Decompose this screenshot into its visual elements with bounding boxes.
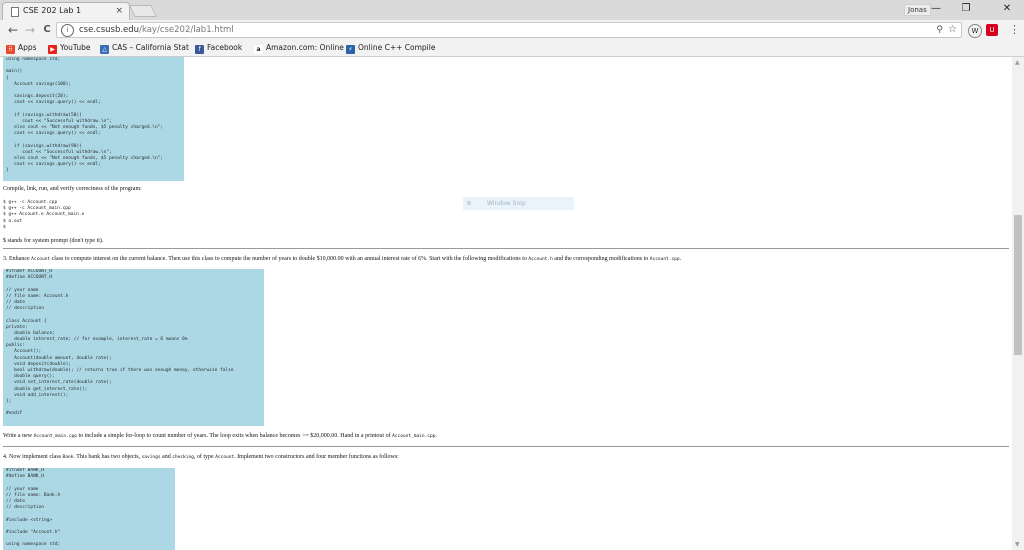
text: to include a simple for-loop to count nu…: [76, 433, 393, 439]
text: and the corresponding modifications to: [552, 256, 650, 262]
text: class to compute interest on the current…: [50, 256, 529, 262]
code-block-account-h: #ifndef ACCOUNT_H #define ACCOUNT_H// you…: [3, 269, 264, 426]
code-line: $ g++ Account.o Account_main.o: [3, 212, 85, 218]
bookmark-label: Facebook: [207, 43, 243, 52]
address-bar[interactable]: i cse.csusb.edu/kay/cse202/lab1.html ⚲ ☆: [56, 22, 962, 38]
text: 4. Now implement class: [3, 454, 63, 460]
bookmarks-bar: ⠿ Apps ▶ YouTube △ CAS – California Stat fF…: [0, 41, 1024, 57]
code-line: #endif: [6, 411, 23, 417]
text: , of type: [193, 454, 216, 460]
object-name: checking: [172, 455, 194, 460]
window-snip-overlay: Window Snip: [463, 197, 574, 210]
facebook-icon: f: [195, 45, 204, 54]
close-tab-icon[interactable]: ×: [115, 3, 123, 19]
url-path: /kay/cse202/lab1.html: [139, 25, 234, 35]
bookmark-cas[interactable]: △ CAS – California Stat: [100, 41, 189, 55]
text: . This bank has two objects,: [73, 454, 142, 460]
bookmark-label: Apps: [18, 43, 37, 52]
write-note: Write a new Account_main.cpp to include …: [3, 432, 437, 441]
file-name: Account.cpp: [649, 257, 680, 262]
url-prefix: cse.: [79, 25, 97, 35]
url-domain: csusb.edu: [96, 25, 140, 35]
text: 3. Enhance: [3, 256, 32, 262]
zoom-icon[interactable]: ⚲: [936, 23, 943, 37]
extension-ublock-icon[interactable]: U: [986, 24, 998, 36]
bookmark-online-cpp[interactable]: ⚡ Online C++ Compile: [346, 41, 435, 55]
compile-instruction: Compile, link, run, and verify correctne…: [3, 186, 142, 192]
bookmark-apps[interactable]: ⠿ Apps: [6, 41, 37, 55]
page-icon: [11, 7, 19, 17]
apps-grid-icon: ⠿: [6, 45, 15, 54]
bookmark-label: YouTube: [60, 43, 91, 52]
youtube-icon: ▶: [48, 45, 57, 54]
site-info-icon[interactable]: i: [61, 24, 74, 37]
text: .: [679, 256, 682, 262]
browser-toolbar: ← → C i cse.csusb.edu/kay/cse202/lab1.ht…: [0, 20, 1024, 41]
bookmark-label: Amazon.com: Online: [266, 43, 344, 52]
forward-button[interactable]: →: [23, 22, 37, 38]
scroll-down-icon[interactable]: ▼: [1015, 541, 1020, 548]
tab-title: CSE 202 Lab 1: [23, 6, 82, 15]
tab-strip: CSE 202 Lab 1 × Jonas — ❐ ✕: [0, 0, 1024, 20]
scrollbar-thumb[interactable]: [1014, 215, 1022, 355]
minimize-button[interactable]: —: [922, 1, 950, 17]
window-snip-label: Window Snip: [487, 200, 526, 207]
class-name: Account: [31, 257, 51, 262]
text: .: [435, 433, 437, 439]
tab-cse202-lab1[interactable]: CSE 202 Lab 1 ×: [2, 2, 130, 20]
object-name: savings: [141, 455, 161, 460]
new-tab-button[interactable]: [129, 5, 157, 17]
file-name: Account_main.cpp: [33, 434, 77, 439]
divider: [3, 248, 1009, 249]
close-window-button[interactable]: ✕: [993, 1, 1021, 17]
bookmark-label: CAS – California Stat: [112, 43, 189, 52]
code-line: $: [3, 224, 6, 230]
prompt-note: $ stands for system prompt (don't type i…: [3, 238, 104, 244]
url-text[interactable]: cse.csusb.edu/kay/cse202/lab1.html: [79, 23, 234, 37]
step-3-text: 3. Enhance Account class to compute inte…: [3, 255, 681, 264]
type-name: Account: [215, 455, 235, 460]
reload-button[interactable]: C: [40, 22, 54, 38]
bookmark-star-icon[interactable]: ☆: [948, 23, 957, 37]
code-block-account-main: using namespace std; main(){ Account savi…: [3, 57, 184, 181]
back-button[interactable]: ←: [6, 22, 20, 38]
code-line: using namespace std;: [6, 542, 61, 548]
snip-icon: [467, 201, 471, 205]
divider: [3, 446, 1009, 447]
text: and: [160, 454, 173, 460]
text: Write a new: [3, 433, 34, 439]
bookmark-amazon[interactable]: a Amazon.com: Online: [254, 41, 344, 55]
step-4-text: 4. Now implement class Bank. This bank h…: [3, 453, 399, 462]
compiler-icon: ⚡: [346, 45, 355, 54]
extension-w-icon[interactable]: W: [968, 24, 982, 38]
bookmark-youtube[interactable]: ▶ YouTube: [48, 41, 91, 55]
scroll-up-icon[interactable]: ▲: [1015, 59, 1020, 66]
maximize-button[interactable]: ❐: [952, 1, 980, 17]
chrome-menu-icon[interactable]: ⋮: [1009, 23, 1020, 37]
compile-commands: $ g++ -c Account.cpp $ g++ -c Account_mai…: [3, 200, 84, 231]
class-name: Bank: [62, 455, 74, 460]
bookmark-label: Online C++ Compile: [358, 43, 436, 52]
page-content: using namespace std; main(){ Account savi…: [0, 57, 1012, 550]
amazon-icon: a: [254, 45, 263, 54]
text: . Implement two constructors and four me…: [234, 454, 399, 460]
bookmark-facebook[interactable]: f Facebook: [195, 41, 242, 55]
cas-icon: △: [100, 45, 109, 54]
code-block-bank-h: #ifndef BANK_H #define BANK_H// your name…: [3, 468, 175, 550]
vertical-scrollbar[interactable]: ▲ ▼: [1012, 57, 1024, 550]
file-name: Account_main.cpp: [392, 434, 436, 439]
file-name: Account.h: [528, 257, 553, 262]
code-line: }: [6, 168, 9, 174]
